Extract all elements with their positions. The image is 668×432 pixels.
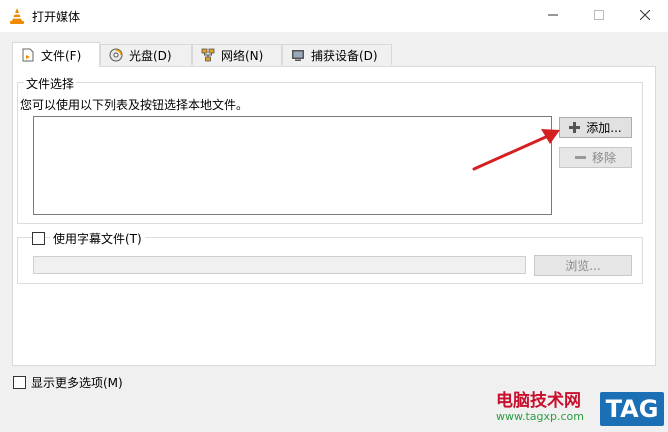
- watermark-tag-logo: TAG: [600, 392, 664, 426]
- watermark-brand: 电脑技术网: [496, 391, 581, 411]
- file-icon: [21, 48, 35, 62]
- watermark: 电脑技术网 www.tagxp.com TAG: [496, 382, 668, 432]
- watermark-url: www.tagxp.com: [496, 410, 584, 423]
- tab-file[interactable]: 文件(F): [12, 42, 100, 67]
- annotation-arrow-icon: [472, 129, 560, 171]
